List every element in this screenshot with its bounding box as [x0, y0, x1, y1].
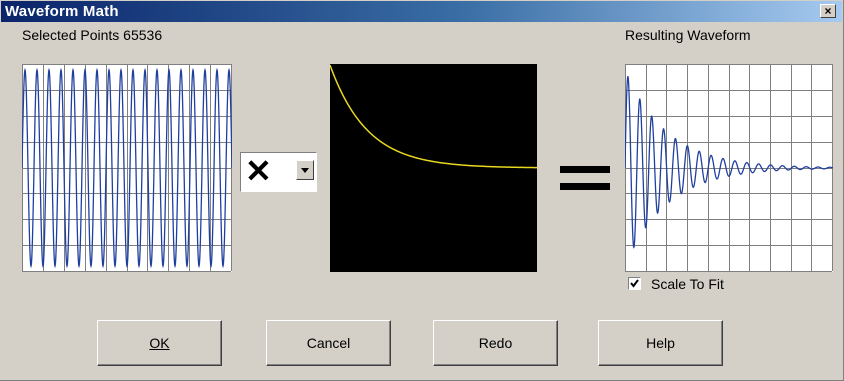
redo-button-label: Redo	[478, 335, 513, 351]
operator-select[interactable]: ✕	[240, 152, 317, 192]
cancel-button-label: Cancel	[306, 335, 351, 351]
selected-points-label: Selected Points 65536	[22, 27, 163, 43]
title-bar[interactable]: Waveform Math ×	[1, 1, 842, 22]
resulting-waveform-label: Resulting Waveform	[625, 27, 751, 43]
source-waveform-plot	[22, 64, 232, 272]
checkmark-icon	[630, 279, 639, 288]
help-button[interactable]: Help	[598, 320, 723, 366]
cancel-button[interactable]: Cancel	[266, 320, 391, 366]
equals-icon	[560, 166, 610, 192]
result-waveform-plot	[625, 64, 833, 272]
redo-button[interactable]: Redo	[433, 320, 558, 366]
chevron-down-icon[interactable]	[296, 160, 314, 180]
multiply-icon: ✕	[245, 153, 272, 189]
scale-to-fit-label: Scale To Fit	[651, 276, 724, 292]
window-title: Waveform Math	[5, 3, 119, 20]
ok-button-label: OK	[149, 335, 170, 351]
operand-waveform-plot	[330, 64, 537, 272]
waveform-math-dialog: Waveform Math × Selected Points 65536 Re…	[0, 0, 844, 381]
ok-button[interactable]: OK	[97, 320, 222, 366]
close-button[interactable]: ×	[820, 4, 836, 18]
help-button-label: Help	[646, 335, 675, 351]
scale-to-fit-checkbox[interactable]	[628, 277, 641, 290]
